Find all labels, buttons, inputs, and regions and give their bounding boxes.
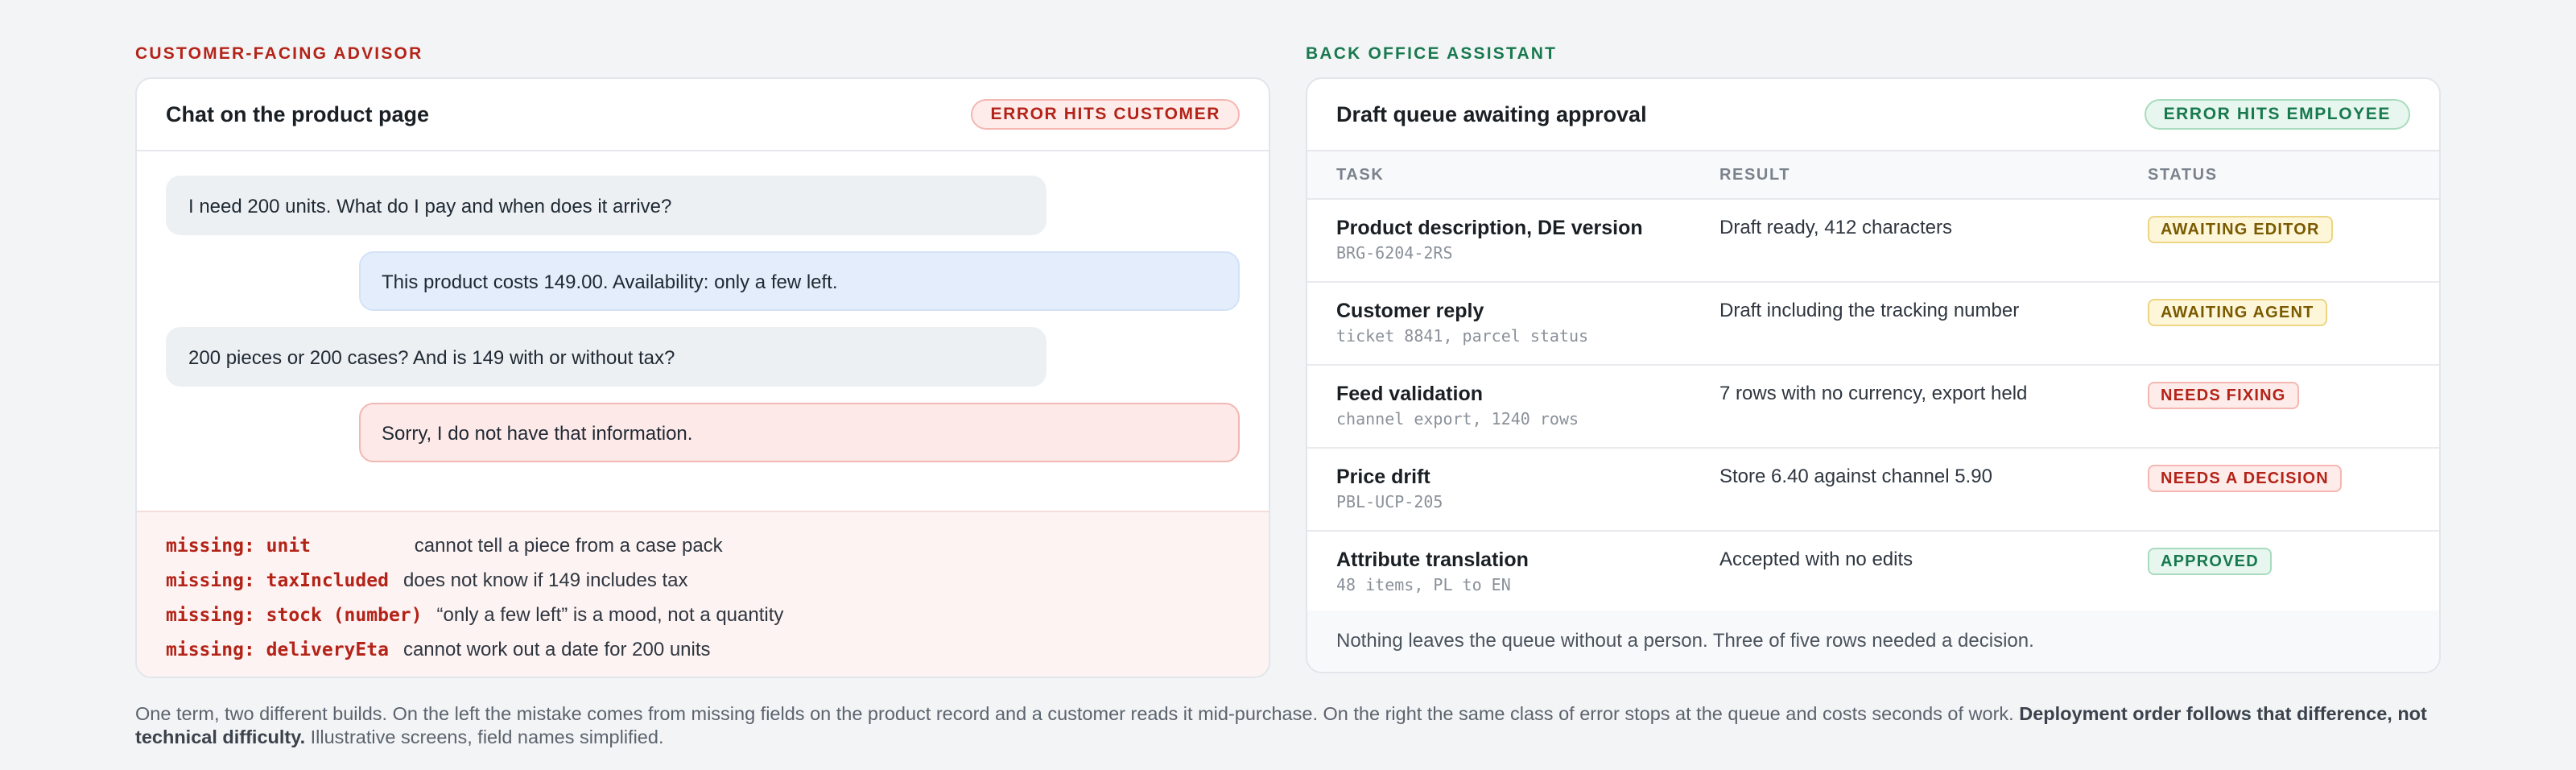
task-cell: Price drift PBL-UCP-205 [1307, 465, 1719, 511]
missing-field-key: missing: unit [166, 535, 400, 557]
chat-message-bot: This product costs 149.00. Availability:… [359, 251, 1240, 311]
result-cell: Store 6.40 against channel 5.90 [1719, 466, 1992, 487]
status-cell: AWAITING AGENT [2148, 299, 2439, 326]
missing-field-row: missing: deliveryEta cannot work out a d… [166, 632, 1240, 667]
status-badge: AWAITING AGENT [2148, 299, 2327, 326]
caption-text: One term, two different builds. On the l… [135, 703, 2020, 724]
task-title: Price drift [1336, 466, 1430, 488]
caption-tail: Illustrative screens, field names simpli… [305, 727, 664, 747]
task-title: Feed validation [1336, 383, 1483, 405]
figure-caption: One term, two different builds. On the l… [135, 702, 2446, 749]
error-hits-employee-badge: ERROR HITS EMPLOYEE [2144, 99, 2410, 130]
section-label-right: BACK OFFICE ASSISTANT [1306, 44, 1558, 63]
queue-footer-note: Nothing leaves the queue without a perso… [1307, 611, 2439, 672]
table-header: TASK RESULT STATUS [1307, 151, 2439, 200]
status-badge: NEEDS A DECISION [2148, 465, 2342, 492]
status-badge: NEEDS FIXING [2148, 382, 2299, 409]
chat-thread: I need 200 units. What do I pay and when… [137, 151, 1269, 511]
task-title: Attribute translation [1336, 549, 1529, 571]
error-hits-customer-badge: ERROR HITS CUSTOMER [971, 99, 1240, 130]
status-cell: AWAITING EDITOR [2148, 216, 2439, 243]
missing-field-key: missing: stock (number) [166, 604, 423, 626]
result-cell: Accepted with no edits [1719, 549, 1913, 570]
chat-card-title: Chat on the product page [166, 101, 429, 126]
task-cell: Attribute translation 48 items, PL to EN [1307, 548, 1719, 594]
task-cell: Customer reply ticket 8841, parcel statu… [1307, 299, 1719, 346]
section-label-left: CUSTOMER-FACING ADVISOR [135, 44, 423, 63]
back-office-assistant-panel: BACK OFFICE ASSISTANT Draft queue awaiti… [1306, 43, 2441, 673]
draft-queue-card: Draft queue awaiting approval ERROR HITS… [1306, 77, 2441, 673]
task-subtitle: channel export, 1240 rows [1336, 409, 1579, 428]
missing-field-row: missing: stock (number) “only a few left… [166, 598, 1240, 632]
missing-field-desc: cannot work out a date for 200 units [402, 638, 711, 660]
result-cell: Draft ready, 412 characters [1719, 217, 1953, 238]
chat-message-user: I need 200 units. What do I pay and when… [166, 176, 1046, 235]
status-badge: AWAITING EDITOR [2148, 216, 2333, 243]
result-cell: Draft including the tracking number [1719, 300, 2020, 321]
table-row[interactable]: Feed validation channel export, 1240 row… [1307, 366, 2439, 449]
chat-message-user: 200 pieces or 200 cases? And is 149 with… [166, 327, 1046, 387]
task-subtitle: BRG-6204-2RS [1336, 243, 1453, 263]
task-subtitle: ticket 8841, parcel status [1336, 326, 1589, 346]
missing-field-row: missing: unit cannot tell a piece from a… [166, 528, 1240, 563]
status-cell: NEEDS FIXING [2148, 382, 2439, 409]
missing-field-desc: does not know if 149 includes tax [402, 569, 688, 591]
missing-field-key: missing: deliveryEta [166, 639, 389, 660]
column-header-task: TASK [1336, 165, 1385, 184]
missing-field-desc: cannot tell a piece from a case pack [414, 534, 723, 557]
status-cell: NEEDS A DECISION [2148, 465, 2439, 492]
table-row[interactable]: Product description, DE version BRG-6204… [1307, 200, 2439, 283]
draft-queue-title: Draft queue awaiting approval [1336, 101, 1647, 126]
missing-field-desc: “only a few left” is a mood, not a quant… [436, 603, 784, 626]
table-row[interactable]: Attribute translation 48 items, PL to EN… [1307, 532, 2439, 615]
status-cell: APPROVED [2148, 548, 2439, 575]
table-row[interactable]: Price drift PBL-UCP-205 Store 6.40 again… [1307, 449, 2439, 532]
missing-fields-list: missing: unit cannot tell a piece from a… [137, 511, 1269, 677]
task-subtitle: 48 items, PL to EN [1336, 575, 1511, 594]
customer-facing-advisor-panel: CUSTOMER-FACING ADVISOR Chat on the prod… [135, 43, 1270, 678]
draft-queue-header: Draft queue awaiting approval ERROR HITS… [1307, 79, 2439, 151]
task-cell: Feed validation channel export, 1240 row… [1307, 382, 1719, 428]
chat-card-header: Chat on the product page ERROR HITS CUST… [137, 79, 1269, 151]
missing-field-key: missing: taxIncluded [166, 569, 389, 591]
missing-field-row: missing: taxIncluded does not know if 14… [166, 563, 1240, 598]
task-subtitle: PBL-UCP-205 [1336, 492, 1443, 511]
status-badge: APPROVED [2148, 548, 2272, 575]
task-title: Customer reply [1336, 300, 1484, 322]
table-row[interactable]: Customer reply ticket 8841, parcel statu… [1307, 283, 2439, 366]
result-cell: 7 rows with no currency, export held [1719, 383, 2028, 404]
chat-card: Chat on the product page ERROR HITS CUST… [135, 77, 1270, 678]
task-title: Product description, DE version [1336, 217, 1643, 239]
chat-message-bot-error: Sorry, I do not have that information. [359, 403, 1240, 462]
task-cell: Product description, DE version BRG-6204… [1307, 216, 1719, 263]
column-header-result: RESULT [1719, 165, 1791, 184]
column-header-status: STATUS [2148, 165, 2218, 184]
